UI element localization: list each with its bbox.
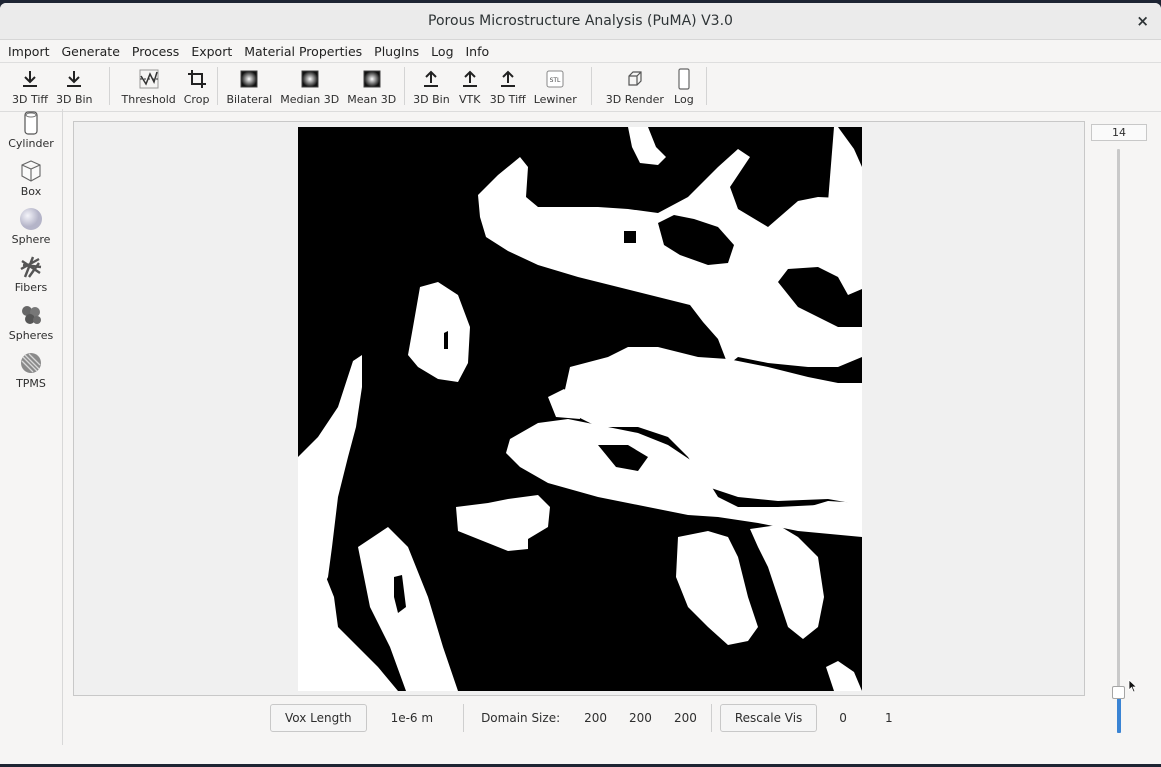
menu-generate[interactable]: Generate [56,44,126,59]
domain-size-z: 200 [673,711,697,725]
domain-size-x: 200 [584,711,608,725]
sidebar-item-label: Box [20,185,42,198]
toolbar: 3D Tiff 3D Bin Threshold Crop Bilateral … [0,63,1161,112]
export-vtk-label: VTK [458,93,481,106]
download-icon [18,67,42,91]
export-3d-tiff-button[interactable]: 3D Tiff [486,67,530,107]
menu-export[interactable]: Export [185,44,238,59]
domain-size-y: 200 [629,711,652,725]
vis-min-value: 0 [839,711,847,725]
menu-material-properties[interactable]: Material Properties [238,44,368,59]
median-3d-label: Median 3D [280,93,340,106]
menu-bar: Import Generate Process Export Material … [0,40,1161,63]
title-bar: Porous Microstructure Analysis (PuMA) V3… [0,3,1161,40]
stl-file-icon: STL [543,67,567,91]
slice-slider-panel: 14 [1090,121,1150,741]
threshold-label: Threshold [121,93,176,106]
box-icon [18,157,44,185]
toolbar-separator [705,67,707,105]
export-vtk-button[interactable]: VTK [454,67,486,107]
tpms-icon [18,349,44,377]
domain-size-label: Domain Size: [481,711,561,725]
threshold-button[interactable]: Threshold [118,67,180,107]
slice-index-field[interactable]: 14 [1091,124,1147,141]
filter-icon [298,67,322,91]
slice-slider-track[interactable] [1117,149,1120,733]
menu-import[interactable]: Import [2,44,56,59]
log-label: Log [674,93,694,106]
cube-icon [623,67,647,91]
bilateral-filter-button[interactable]: Bilateral [222,67,276,107]
menu-log[interactable]: Log [425,44,459,59]
sidebar-item-label: Sphere [11,233,51,246]
sphere-icon [18,205,44,233]
stl-icon-text: STL [550,77,561,84]
download-icon [62,67,86,91]
sidebar-item-box[interactable]: Box [0,157,62,205]
export-3d-bin-button[interactable]: 3D Bin [409,67,454,107]
sidebar-item-label: TPMS [16,377,46,390]
menu-process[interactable]: Process [126,44,185,59]
mean-3d-label: Mean 3D [347,93,397,106]
export-3d-tiff-label: 3D Tiff [489,93,526,106]
vox-length-button[interactable]: Vox Length [270,704,367,732]
crop-icon [185,67,209,91]
toolbar-separator [108,67,110,105]
toolbar-separator [590,67,592,105]
cylinder-icon [18,109,44,137]
import-3d-tiff-button[interactable]: 3D Tiff [8,67,52,107]
slice-slider-handle[interactable] [1112,686,1125,700]
bilateral-label: Bilateral [226,93,273,106]
close-icon[interactable]: × [1136,12,1149,30]
bottom-controls: Vox Length 1e-6 m Domain Size: 200 200 2… [270,702,893,734]
import-3d-tiff-label: 3D Tiff [12,93,48,106]
app-window: Porous Microstructure Analysis (PuMA) V3… [0,3,1161,764]
import-3d-bin-button[interactable]: 3D Bin [52,67,97,107]
crop-button[interactable]: Crop [180,67,214,107]
median-3d-button[interactable]: Median 3D [276,67,343,107]
export-3d-bin-label: 3D Bin [413,93,450,106]
import-3d-bin-label: 3D Bin [55,93,93,106]
upload-icon [458,67,482,91]
sidebar-item-fibers[interactable]: Fibers [0,253,62,301]
window-title: Porous Microstructure Analysis (PuMA) V3… [428,13,733,29]
slice-viewport[interactable] [73,121,1085,696]
menu-info[interactable]: Info [460,44,496,59]
bottom-separator [463,704,465,732]
log-button[interactable]: Log [668,67,700,107]
sidebar-item-label: Cylinder [8,137,54,150]
upload-icon [419,67,443,91]
bottom-separator [710,704,712,732]
export-lewiner-button[interactable]: STL Lewiner [530,67,581,107]
mean-3d-button[interactable]: Mean 3D [343,67,400,107]
filter-icon [360,67,384,91]
sidebar-item-label: Fibers [14,281,48,294]
toolbar-separator [404,67,406,105]
menu-plugins[interactable]: PlugIns [368,44,425,59]
crop-label: Crop [183,93,210,106]
mouse-pointer-icon [1128,679,1138,693]
microstructure-slice-image [298,127,862,691]
vox-length-value: 1e-6 m [390,711,434,725]
sidebar-item-cylinder[interactable]: Cylinder [0,109,62,157]
3d-render-label: 3D Render [605,93,664,106]
sidebar-item-spheres[interactable]: Spheres [0,301,62,349]
filter-icon [237,67,261,91]
generate-sidebar: Cylinder Box Sphere Fibers Spheres TPMS [0,109,63,745]
sidebar-item-sphere[interactable]: Sphere [0,205,62,253]
sidebar-item-tpms[interactable]: TPMS [0,349,62,397]
3d-render-button[interactable]: 3D Render [602,67,668,107]
log-icon [672,67,696,91]
upload-icon [496,67,520,91]
rescale-vis-button[interactable]: Rescale Vis [719,704,818,732]
spheres-icon [18,301,44,329]
sidebar-item-label: Spheres [8,329,54,342]
fibers-icon [18,253,44,281]
toolbar-separator [217,67,219,105]
threshold-icon [137,67,161,91]
vis-max-value: 1 [884,711,893,725]
lewiner-label: Lewiner [533,93,577,106]
